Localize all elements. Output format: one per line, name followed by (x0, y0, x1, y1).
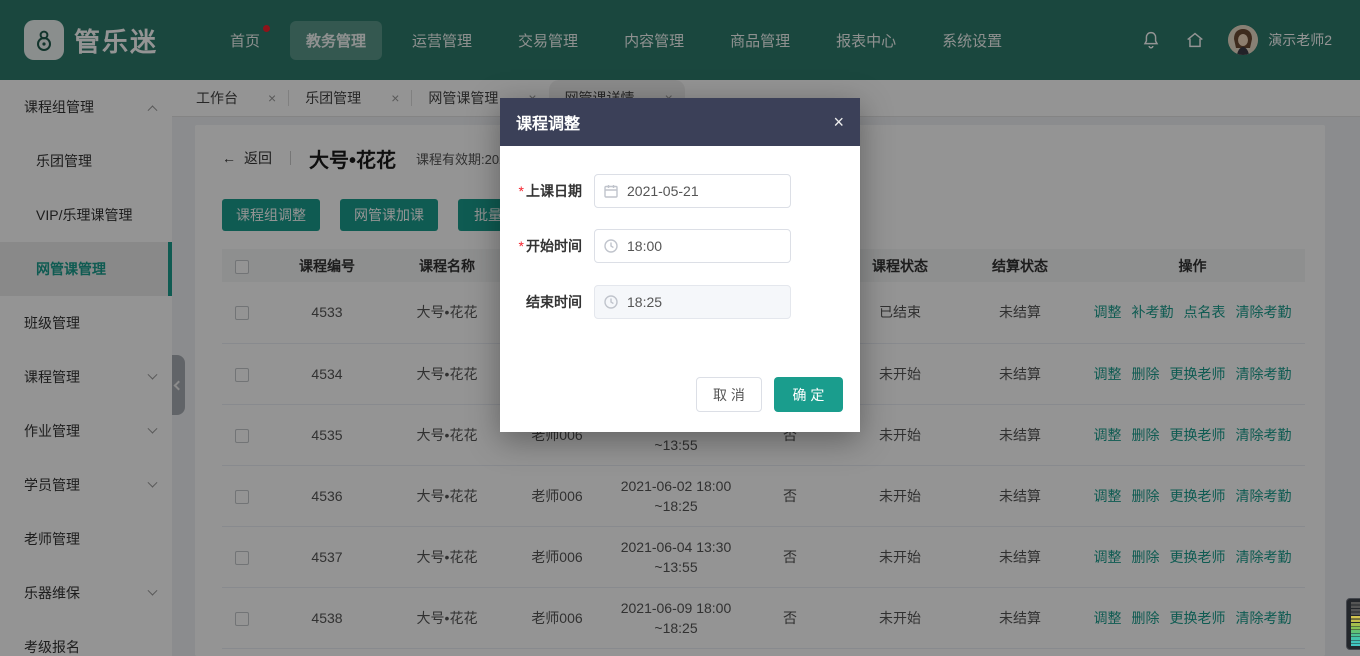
start-time-input[interactable] (594, 229, 791, 263)
form-row-end-time: 结束时间 (500, 285, 860, 319)
color-stripes-widget[interactable] (1346, 598, 1360, 650)
field-label: 结束时间 (508, 292, 582, 312)
class-date-field[interactable] (594, 174, 791, 208)
color-stripes (1351, 602, 1360, 646)
field-label: *开始时间 (508, 236, 582, 256)
clock-icon (603, 238, 619, 254)
screen: 管乐迷 首页 教务管理 运营管理 交易管理 内容管理 商品管理 报表中心 系统设… (0, 0, 1360, 656)
modal-title: 课程调整 (516, 110, 580, 134)
field-label: *上课日期 (508, 181, 582, 201)
required-asterisk: * (519, 238, 524, 254)
modal-body: *上课日期 *开始时间 (500, 174, 860, 412)
modal-footer: 取 消 确 定 (500, 377, 860, 412)
close-icon[interactable]: × (833, 112, 844, 133)
end-time-field[interactable] (594, 285, 791, 319)
form-row-date: *上课日期 (500, 174, 860, 208)
modal-header: 课程调整 × (500, 98, 860, 146)
end-time-input[interactable] (594, 285, 791, 319)
calendar-icon (603, 183, 619, 199)
class-date-input[interactable] (594, 174, 791, 208)
confirm-button[interactable]: 确 定 (774, 377, 843, 412)
start-time-field[interactable] (594, 229, 791, 263)
course-adjust-modal: 课程调整 × *上课日期 *开始时间 (500, 98, 860, 432)
cancel-button[interactable]: 取 消 (696, 377, 762, 412)
required-asterisk: * (519, 183, 524, 199)
clock-icon (603, 294, 619, 310)
form-row-start-time: *开始时间 (500, 229, 860, 263)
